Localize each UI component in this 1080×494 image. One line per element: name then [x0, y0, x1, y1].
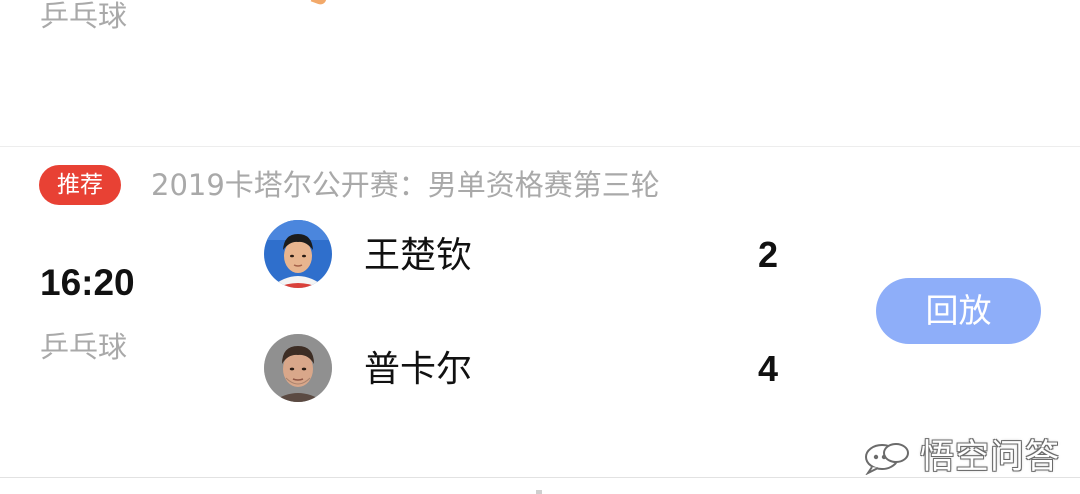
previous-sport-label: 乒乓球: [40, 0, 128, 33]
player-1-avatar[interactable]: [264, 220, 332, 288]
player-avatar-icon: [264, 334, 332, 402]
player-1-name[interactable]: 王楚钦: [364, 232, 472, 280]
card-divider-bottom: [0, 477, 1080, 478]
match-card[interactable]: 推荐 2019卡塔尔公开赛：男单资格赛第三轮 16:20 乒乓球 王楚钦 2 普…: [0, 147, 1080, 477]
player-avatar-icon: [264, 220, 332, 288]
match-title: 2019卡塔尔公开赛：男单资格赛第三轮: [151, 168, 660, 202]
match-time: 16:20: [40, 262, 135, 303]
player-2-score: 4: [757, 348, 779, 389]
next-item-fragment: [536, 490, 542, 494]
previous-match-card[interactable]: 乒乓球: [0, 0, 1080, 146]
watermark: 悟空问答: [862, 437, 1060, 477]
replay-button[interactable]: 回放: [876, 278, 1041, 344]
player-2-name[interactable]: 普卡尔: [364, 346, 472, 394]
recommend-badge: 推荐: [39, 165, 121, 205]
match-sport-label: 乒乓球: [40, 330, 128, 364]
player-2-avatar[interactable]: [264, 334, 332, 402]
watermark-text: 悟空问答: [920, 437, 1060, 477]
previous-avatar-fragment: [310, 0, 328, 7]
wukong-logo-icon: [865, 443, 909, 475]
player-1-score: 2: [757, 234, 779, 275]
